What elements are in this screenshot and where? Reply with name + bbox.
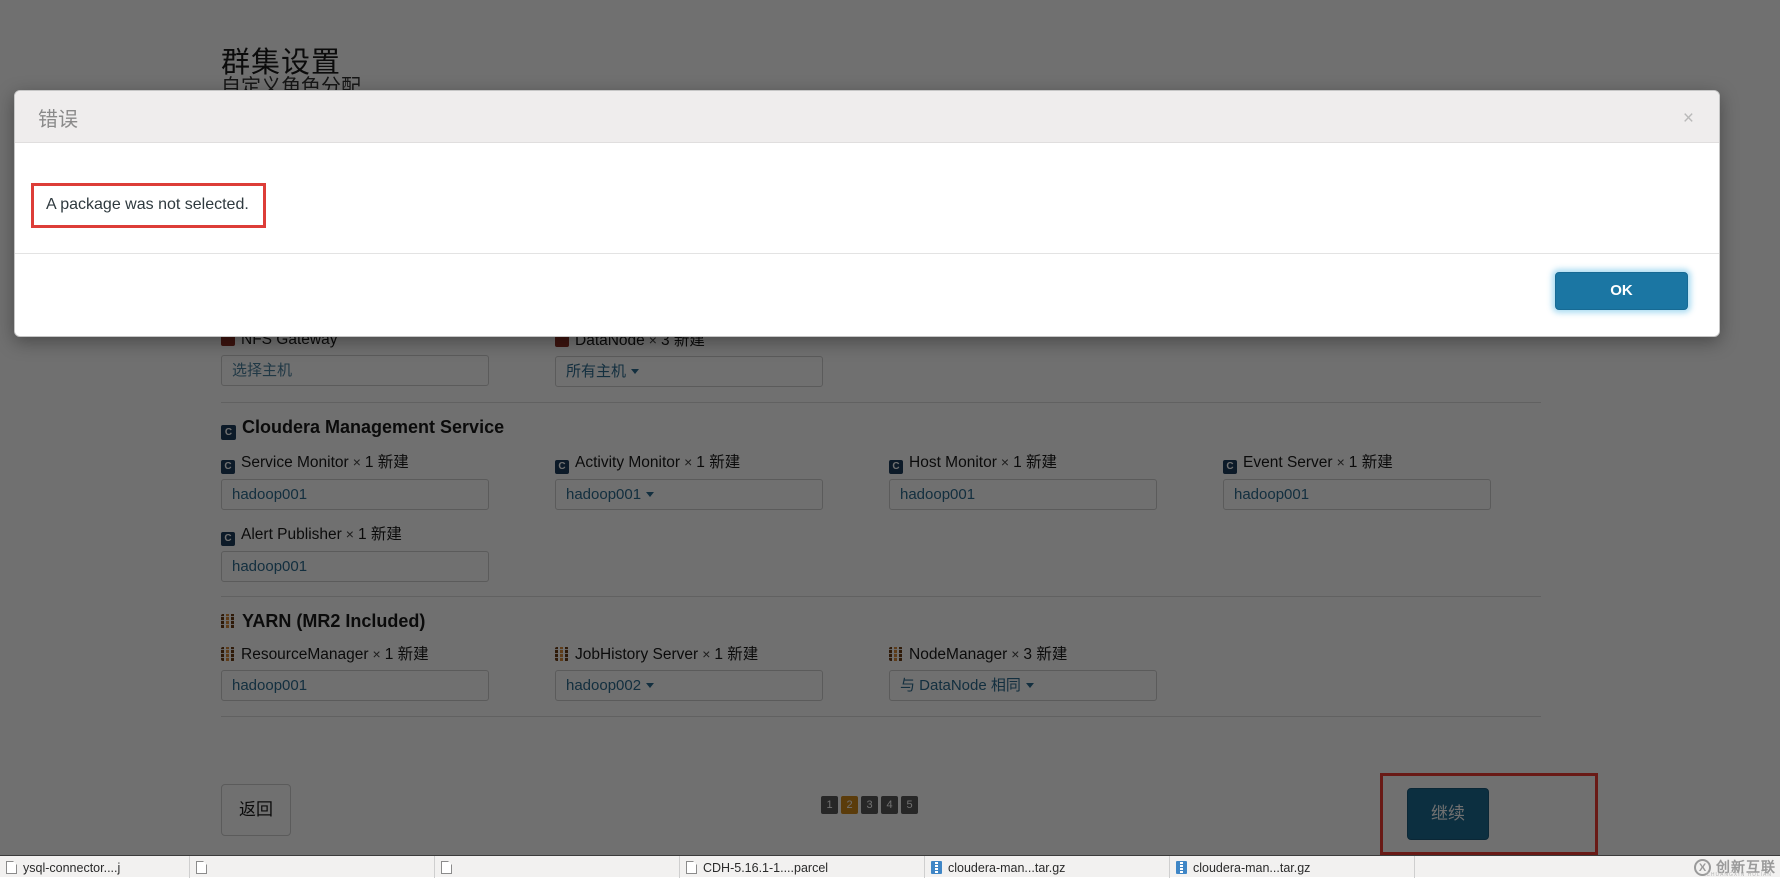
browser-downloads-bar: ysql-connector....j CDH-5.16.1-1....parc… <box>0 855 1780 878</box>
error-message-highlight: A package was not selected. <box>31 183 266 228</box>
download-item-label: CDH-5.16.1-1....parcel <box>703 861 829 875</box>
watermark: X 创新互联 CHUANGXIN HULIAN <box>1694 856 1776 878</box>
download-item[interactable]: cloudera-man...tar.gz <box>1170 856 1415 878</box>
download-item-label: cloudera-man...tar.gz <box>948 861 1066 875</box>
modal-header: 错误 × <box>15 91 1719 143</box>
zip-archive-icon <box>931 861 942 874</box>
document-icon <box>686 861 697 874</box>
error-modal: 错误 × A package was not selected. OK <box>14 90 1720 337</box>
download-item[interactable]: ysql-connector....j <box>0 856 190 878</box>
modal-footer: OK <box>15 254 1719 336</box>
download-item[interactable]: cloudera-man...tar.gz <box>925 856 1170 878</box>
modal-title: 错误 <box>38 109 78 131</box>
download-item[interactable] <box>435 856 680 878</box>
document-icon <box>6 861 17 874</box>
download-item-label: ysql-connector....j <box>23 861 121 875</box>
watermark-subtext: CHUANGXIN HULIAN <box>1706 872 1772 878</box>
document-icon <box>196 861 207 874</box>
zip-archive-icon <box>1176 861 1187 874</box>
close-icon[interactable]: × <box>1683 109 1694 128</box>
download-item[interactable]: CDH-5.16.1-1....parcel <box>680 856 925 878</box>
modal-body: A package was not selected. <box>15 143 1719 254</box>
download-item-label: cloudera-man...tar.gz <box>1193 861 1311 875</box>
ok-button[interactable]: OK <box>1555 272 1688 310</box>
error-message-text: A package was not selected. <box>46 196 249 213</box>
document-icon <box>441 861 452 874</box>
download-item[interactable] <box>190 856 435 878</box>
